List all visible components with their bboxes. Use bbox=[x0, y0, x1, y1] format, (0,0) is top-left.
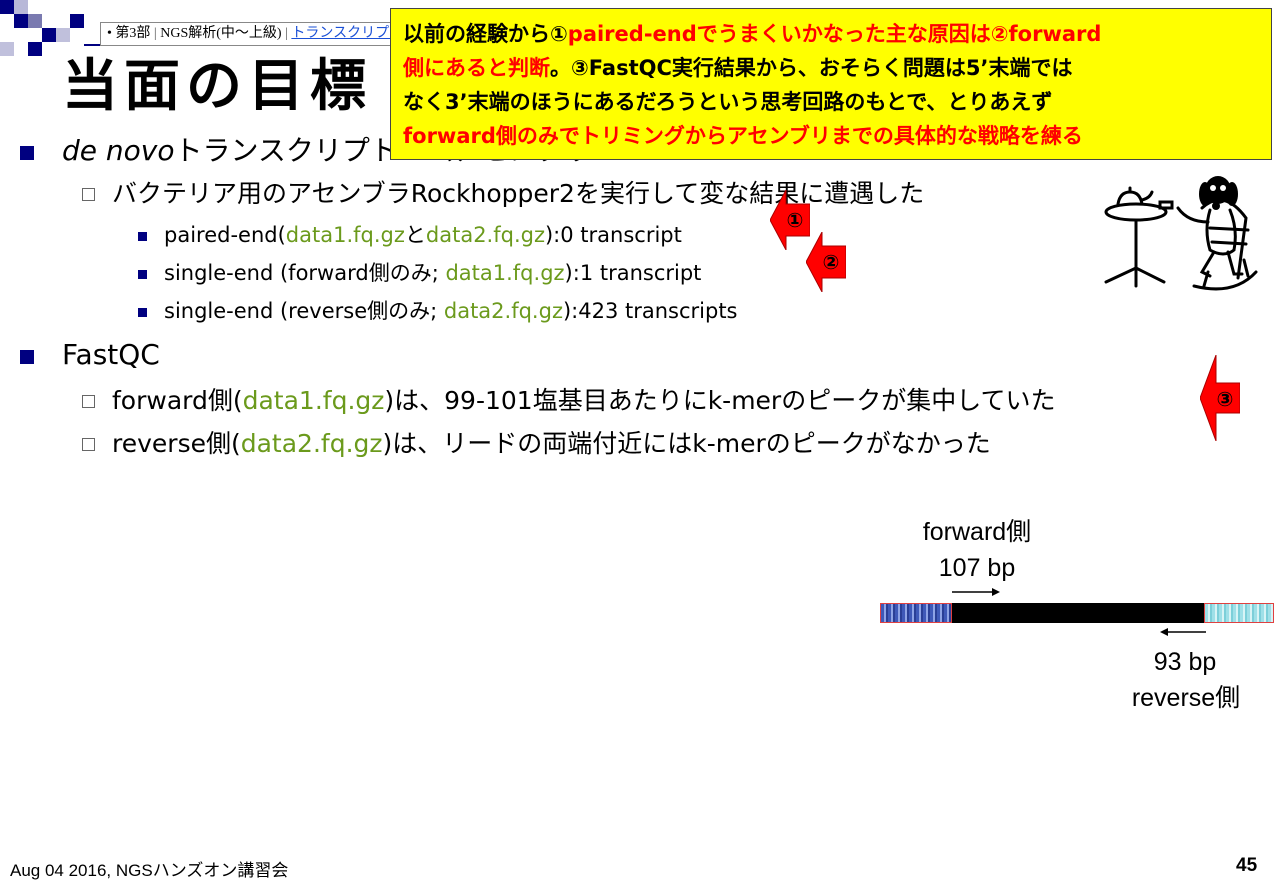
denovo-italic: de novo bbox=[62, 134, 175, 167]
bullet-forward-kmer: forward側(data1.fq.gz)は、99-101塩基目あたりにk-me… bbox=[112, 386, 1056, 415]
forward-length: 107 bp bbox=[938, 554, 1016, 582]
bullet-hollow-square bbox=[82, 438, 95, 451]
insert-segment bbox=[952, 603, 1204, 623]
bullet-hollow-square bbox=[82, 188, 95, 201]
corner-square-2 bbox=[14, 0, 28, 14]
file-data2: data2.fq.gz bbox=[425, 223, 545, 247]
corner-square-4 bbox=[28, 14, 42, 28]
pointer-arrow-1: ① bbox=[769, 189, 811, 251]
bullet-single-end-forward: single-end (forward側のみ; data1.fq.gz):1 t… bbox=[164, 261, 702, 285]
breadcrumb-bullet: • bbox=[107, 26, 112, 41]
pointer-arrow-2: ② bbox=[805, 231, 847, 293]
corner-square-3 bbox=[14, 14, 28, 28]
callout-line-4: forward側のみでトリミングからアセンブリまでの具体的な戦略を練る bbox=[403, 124, 1083, 148]
adapter-left-segment bbox=[880, 603, 952, 623]
callout-line-3: なく3’末端のほうにあるだろうという思考回路のもとで、とりあえず bbox=[403, 90, 1053, 114]
callout-line-2: 側にあると判断。③FastQC実行結果から、おそらく問題は5’末端では bbox=[403, 56, 1073, 80]
bullet-hollow-square bbox=[82, 395, 95, 408]
reverse-label: reverse側 bbox=[1131, 684, 1241, 712]
forward-label: forward側 bbox=[922, 518, 1032, 546]
arrow-label-2: ② bbox=[822, 250, 840, 274]
corner-square-8 bbox=[0, 42, 14, 56]
corner-square-7 bbox=[70, 14, 84, 28]
arrow-label-1: ① bbox=[786, 208, 804, 232]
breadcrumb-separator: | bbox=[153, 26, 157, 41]
callout-line-1: 以前の経験から①paired-endでうまくいかなった主な原因は②forward bbox=[403, 22, 1102, 46]
footer-date-event: Aug 04 2016, NGSハンズオン講習会 bbox=[10, 861, 289, 880]
reverse-direction-arrow bbox=[1160, 628, 1206, 636]
breadcrumb: • 第3部 | NGS解析(中～上級) | トランスクリプトーム解析 bbox=[100, 22, 400, 46]
bullet-single-end-reverse: single-end (reverse側のみ; data2.fq.gz):423… bbox=[164, 299, 738, 323]
corner-square-1 bbox=[0, 0, 14, 14]
corner-square-6 bbox=[56, 28, 70, 42]
bullet-small-square bbox=[138, 232, 147, 241]
breadcrumb-part: 第3部 bbox=[115, 26, 151, 41]
bullet-square bbox=[20, 350, 34, 364]
corner-square-9 bbox=[28, 42, 42, 56]
bullet-small-square bbox=[138, 308, 147, 317]
bullet-reverse-kmer: reverse側(data2.fq.gz)は、リードの両端付近にはk-merのピ… bbox=[112, 429, 991, 458]
reverse-length: 93 bp bbox=[1153, 648, 1217, 676]
file-data1: data1.fq.gz bbox=[445, 261, 565, 285]
breadcrumb-section: NGS解析(中～上級) bbox=[160, 26, 282, 41]
bullet-paired-end: paired-end(data1.fq.gzとdata2.fq.gz):0 tr… bbox=[164, 223, 682, 247]
bullet-fastqc: FastQC bbox=[62, 338, 160, 371]
dog-reading-illustration bbox=[1104, 176, 1258, 291]
page-number: 45 bbox=[1236, 855, 1258, 876]
breadcrumb-separator-2: | bbox=[285, 26, 288, 41]
file-data2: data2.fq.gz bbox=[240, 429, 383, 458]
pointer-arrow-3: ③ bbox=[1199, 354, 1241, 442]
forward-direction-arrow bbox=[952, 588, 1000, 596]
file-data1: data1.fq.gz bbox=[285, 223, 405, 247]
slide-title: 当面の目標 bbox=[62, 54, 372, 119]
file-data2: data2.fq.gz bbox=[443, 299, 563, 323]
bullet-square bbox=[20, 146, 34, 160]
bullet-small-square bbox=[138, 270, 147, 279]
adapter-right-segment bbox=[1204, 603, 1274, 623]
arrow-label-3: ③ bbox=[1216, 387, 1234, 411]
corner-square-5 bbox=[42, 28, 56, 42]
callout-box: 以前の経験から①paired-endでうまくいかなった主な原因は②forward… bbox=[390, 8, 1272, 160]
breadcrumb-link[interactable]: トランスクリプトーム解析 bbox=[291, 26, 399, 41]
file-data1: data1.fq.gz bbox=[242, 386, 385, 415]
